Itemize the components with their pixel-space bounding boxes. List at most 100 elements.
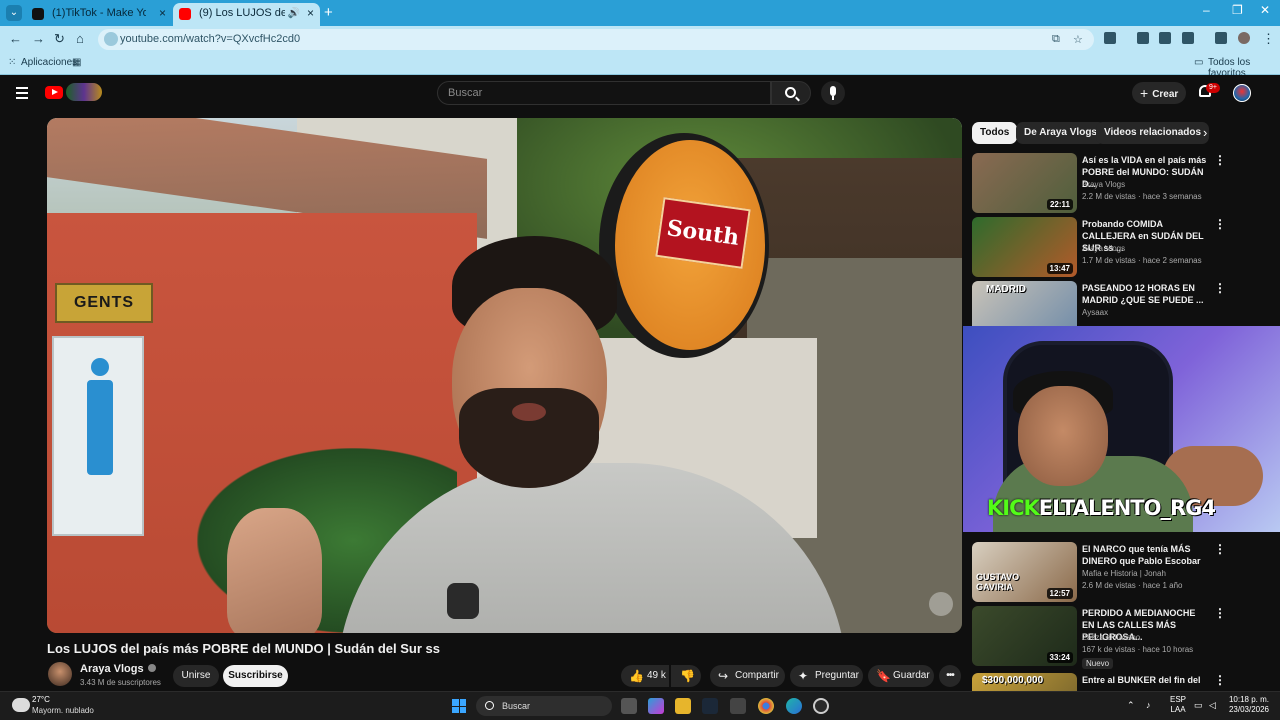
profile-avatar[interactable] [1238, 32, 1250, 44]
home-icon[interactable]: ⌂ [76, 31, 84, 46]
channel-name[interactable]: Araya Vlogs [1082, 180, 1125, 189]
language-indicator[interactable]: ESP LAA [1170, 695, 1186, 715]
video-title[interactable]: Entre al BUNKER del fin del [1082, 674, 1210, 686]
list-item[interactable]: 13:47 Probando COMIDA CALLEJERA en SUDÁN… [972, 217, 1272, 279]
more-icon[interactable]: ⋮ [1214, 282, 1226, 294]
video-thumbnail[interactable]: 22:11 [972, 153, 1077, 213]
tab-close-icon[interactable]: × [307, 3, 314, 24]
list-item[interactable]: MADRID PASEANDO 12 HORAS EN MADRID ¿QUE … [972, 281, 1272, 326]
video-thumbnail[interactable]: 13:47 [972, 217, 1077, 277]
extensions-icon[interactable] [1104, 32, 1116, 44]
network-icon[interactable]: ▭ [1194, 700, 1203, 711]
browser-menu-icon[interactable]: ⋮ [1262, 31, 1275, 47]
bookmark-star-icon[interactable]: ☆ [1073, 33, 1083, 46]
tray-overflow-icon[interactable]: ⌃ [1127, 700, 1135, 711]
share-button[interactable]: ↪ Compartir [710, 665, 785, 687]
account-avatar[interactable] [1233, 84, 1251, 102]
channel-name[interactable]: Zazza el Italiano [1082, 633, 1140, 642]
back-icon[interactable]: ← [9, 31, 22, 46]
chrome-icon[interactable] [758, 698, 774, 714]
subscribe-button[interactable]: Suscribirse [223, 665, 288, 687]
tab-groups-icon[interactable]: ▦ [72, 57, 81, 68]
system-clock[interactable]: 10:18 p. m. 23/03/2026 [1225, 695, 1269, 715]
chip-channel[interactable]: De Araya Vlogs [1016, 122, 1105, 144]
menu-icon[interactable] [16, 87, 28, 102]
youtube-doodle[interactable] [66, 83, 102, 101]
video-player[interactable]: GENTS South [47, 118, 962, 633]
media-icon[interactable] [1215, 32, 1227, 44]
task-view-icon[interactable] [621, 698, 637, 714]
channel-name[interactable]: Mafia e Historia | Jonah [1082, 569, 1166, 578]
join-button[interactable]: Unirse [173, 665, 219, 687]
weather-description[interactable]: Mayorm. nublado [32, 706, 94, 715]
list-item[interactable]: GUSTAVO GAVIRIA 12:57 El NARCO que tenía … [972, 542, 1272, 604]
taskbar-search[interactable]: Buscar [476, 696, 612, 716]
list-item[interactable]: 33:24 PERDIDO A MEDIANOCHE EN LAS CALLES… [972, 606, 1272, 669]
apps-grid-icon[interactable]: ⁙ [8, 57, 16, 68]
copilot-icon[interactable] [648, 698, 664, 714]
chevron-right-icon[interactable]: › [1203, 125, 1207, 140]
video-thumbnail[interactable]: 33:24 [972, 606, 1077, 666]
address-bar[interactable]: youtube.com/watch?v=QXvcfHc2cd0 ⧉ ☆ [98, 29, 1094, 50]
channel-avatar[interactable] [48, 662, 72, 686]
ask-button[interactable]: ✦ Preguntar [790, 665, 863, 687]
more-icon[interactable]: ⋮ [1214, 607, 1226, 619]
download-icon[interactable] [1159, 32, 1171, 44]
search-button[interactable] [771, 81, 811, 105]
reload-icon[interactable]: ↻ [54, 31, 65, 47]
like-button[interactable]: 👍 49 k [621, 665, 669, 687]
list-item[interactable]: 22:11 Así es la VIDA en el país más POBR… [972, 153, 1272, 215]
translate-icon[interactable] [1182, 32, 1194, 44]
microphone-icon[interactable]: ♪ [1146, 700, 1151, 710]
tab-label: (9) Los LUJOS del país más [199, 7, 285, 19]
list-item[interactable]: $300,000,000 Entre al BUNKER del fin del… [972, 673, 1272, 691]
close-window-button[interactable]: ✕ [1260, 3, 1270, 17]
channel-name-text[interactable]: Araya Vlogs [80, 663, 144, 675]
edge-icon[interactable] [786, 698, 802, 714]
weather-cloud-icon[interactable] [12, 698, 30, 712]
file-explorer-icon[interactable] [675, 698, 691, 714]
channel-name[interactable]: Araya Vlogs [80, 663, 156, 675]
apps-bookmark[interactable]: Aplicaciones [21, 57, 77, 68]
tab-search-button[interactable]: ⌄ [6, 5, 22, 21]
chip-todos[interactable]: Todos [972, 122, 1018, 144]
windows-start-icon[interactable] [452, 699, 466, 713]
minimize-button[interactable]: – [1203, 3, 1210, 17]
channel-name[interactable]: Aysaax [1082, 308, 1108, 317]
save-button[interactable]: 🔖 Guardar [868, 665, 934, 687]
tab-tiktok[interactable]: (1)TikTok - Make Your Day × [26, 3, 172, 26]
video-thumbnail[interactable]: GUSTAVO GAVIRIA 12:57 [972, 542, 1077, 602]
steam-icon[interactable] [702, 698, 718, 714]
install-app-icon[interactable]: ⧉ [1052, 33, 1060, 46]
dislike-button[interactable]: 👎 [671, 665, 701, 687]
create-button[interactable]: + Crear [1132, 82, 1186, 104]
new-tab-button[interactable]: + [324, 4, 333, 21]
more-icon[interactable]: ⋮ [1214, 218, 1226, 230]
duration-badge: 12:57 [1046, 588, 1073, 599]
video-thumbnail[interactable]: MADRID [972, 281, 1077, 326]
more-icon[interactable]: ⋮ [1214, 154, 1226, 166]
capcut-icon[interactable] [730, 698, 746, 714]
extension-icon[interactable] [1137, 32, 1149, 44]
weather-temperature[interactable]: 27°C [32, 695, 50, 704]
more-icon[interactable]: ⋮ [1214, 674, 1226, 686]
video-title[interactable]: El NARCO que tenía MÁS DINERO que Pablo … [1082, 543, 1210, 567]
maximize-button[interactable]: ❐ [1232, 3, 1243, 17]
search-input[interactable]: Buscar [437, 81, 771, 105]
chip-related[interactable]: Videos relacionados [1096, 122, 1210, 144]
channel-watermark-icon[interactable] [929, 592, 953, 616]
voice-search-icon[interactable] [821, 81, 845, 105]
youtube-logo[interactable] [45, 86, 63, 99]
site-info-icon[interactable] [104, 32, 118, 46]
video-title[interactable]: PASEANDO 12 HORAS EN MADRID ¿QUE SE PUED… [1082, 282, 1210, 306]
tab-close-icon[interactable]: × [159, 3, 166, 24]
channel-name[interactable]: Araya Vlogs [1082, 244, 1125, 253]
obs-icon[interactable] [813, 698, 829, 714]
tab-youtube[interactable]: (9) Los LUJOS del país más 🔊 × [173, 3, 320, 26]
forward-icon[interactable]: → [32, 31, 45, 46]
video-thumbnail[interactable]: $300,000,000 [972, 673, 1077, 691]
audio-playing-icon[interactable]: 🔊 [288, 3, 300, 24]
more-actions-button[interactable]: ••• [939, 665, 961, 687]
more-icon[interactable]: ⋮ [1214, 543, 1226, 555]
volume-icon[interactable]: ◁ [1209, 700, 1216, 711]
